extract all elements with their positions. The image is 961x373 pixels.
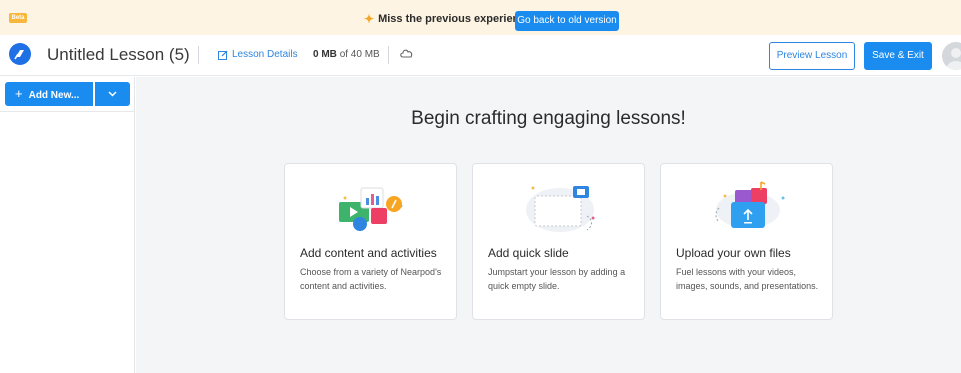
storage-indicator: 0 MB of 40 MB (313, 49, 380, 60)
card-add-content[interactable]: Add content and activities Choose from a… (284, 163, 457, 320)
sparkle-icon: ✦ (364, 12, 375, 26)
slides-sidebar: + Add New... (0, 77, 135, 373)
banner-message: ✦ Miss the previous experience? (364, 12, 538, 26)
avatar-icon[interactable] (942, 42, 961, 70)
add-new-label: Add New... (28, 90, 80, 101)
lesson-details-label: Lesson Details (232, 49, 298, 60)
header-divider (388, 46, 389, 64)
card-add-quick-slide[interactable]: Add quick slide Jumpstart your lesson by… (472, 163, 645, 320)
card-description: Choose from a variety of Nearpod's conte… (300, 267, 442, 291)
card-title: Upload your own files (676, 246, 791, 260)
add-new-button[interactable]: + Add New... (5, 82, 93, 106)
plus-icon: + (15, 86, 23, 101)
card-title: Add quick slide (488, 246, 569, 260)
storage-total: of 40 MB (339, 49, 380, 60)
page-headline: Begin crafting engaging lessons! (411, 108, 686, 129)
preview-lesson-button[interactable]: Preview Lesson (769, 42, 855, 70)
card-description: Jumpstart your lesson by adding a quick … (488, 267, 626, 291)
quick-slide-illustration (526, 186, 595, 232)
app-header: Untitled Lesson (5) Lesson Details 0 MB … (0, 35, 961, 76)
edit-icon (218, 50, 228, 60)
nearpod-logo-icon[interactable] (9, 43, 31, 65)
content-activities-illustration (339, 187, 403, 231)
card-description: Fuel lessons with your videos, images, s… (676, 267, 819, 291)
lesson-details-link[interactable]: Lesson Details (218, 49, 298, 60)
save-and-exit-button[interactable]: Save & Exit (864, 42, 932, 70)
main-canvas: Begin crafting engaging lessons! Add con… (136, 77, 961, 373)
top-banner: Beta ✦ Miss the previous experience? Go … (0, 0, 961, 35)
old-version-button[interactable]: Go back to old version (515, 11, 619, 31)
storage-used: 0 MB (313, 49, 337, 60)
upload-files-illustration (715, 181, 785, 228)
lesson-title[interactable]: Untitled Lesson (5) (47, 45, 190, 65)
card-upload-files[interactable]: Upload your own files Fuel lessons with … (660, 163, 833, 320)
add-new-dropdown-button[interactable] (95, 82, 130, 106)
chevron-down-icon (108, 91, 117, 97)
cloud-icon (399, 47, 415, 62)
card-title: Add content and activities (300, 246, 437, 260)
beta-badge: Beta (9, 13, 27, 23)
header-divider (198, 46, 199, 64)
sidebar-divider (0, 111, 134, 112)
